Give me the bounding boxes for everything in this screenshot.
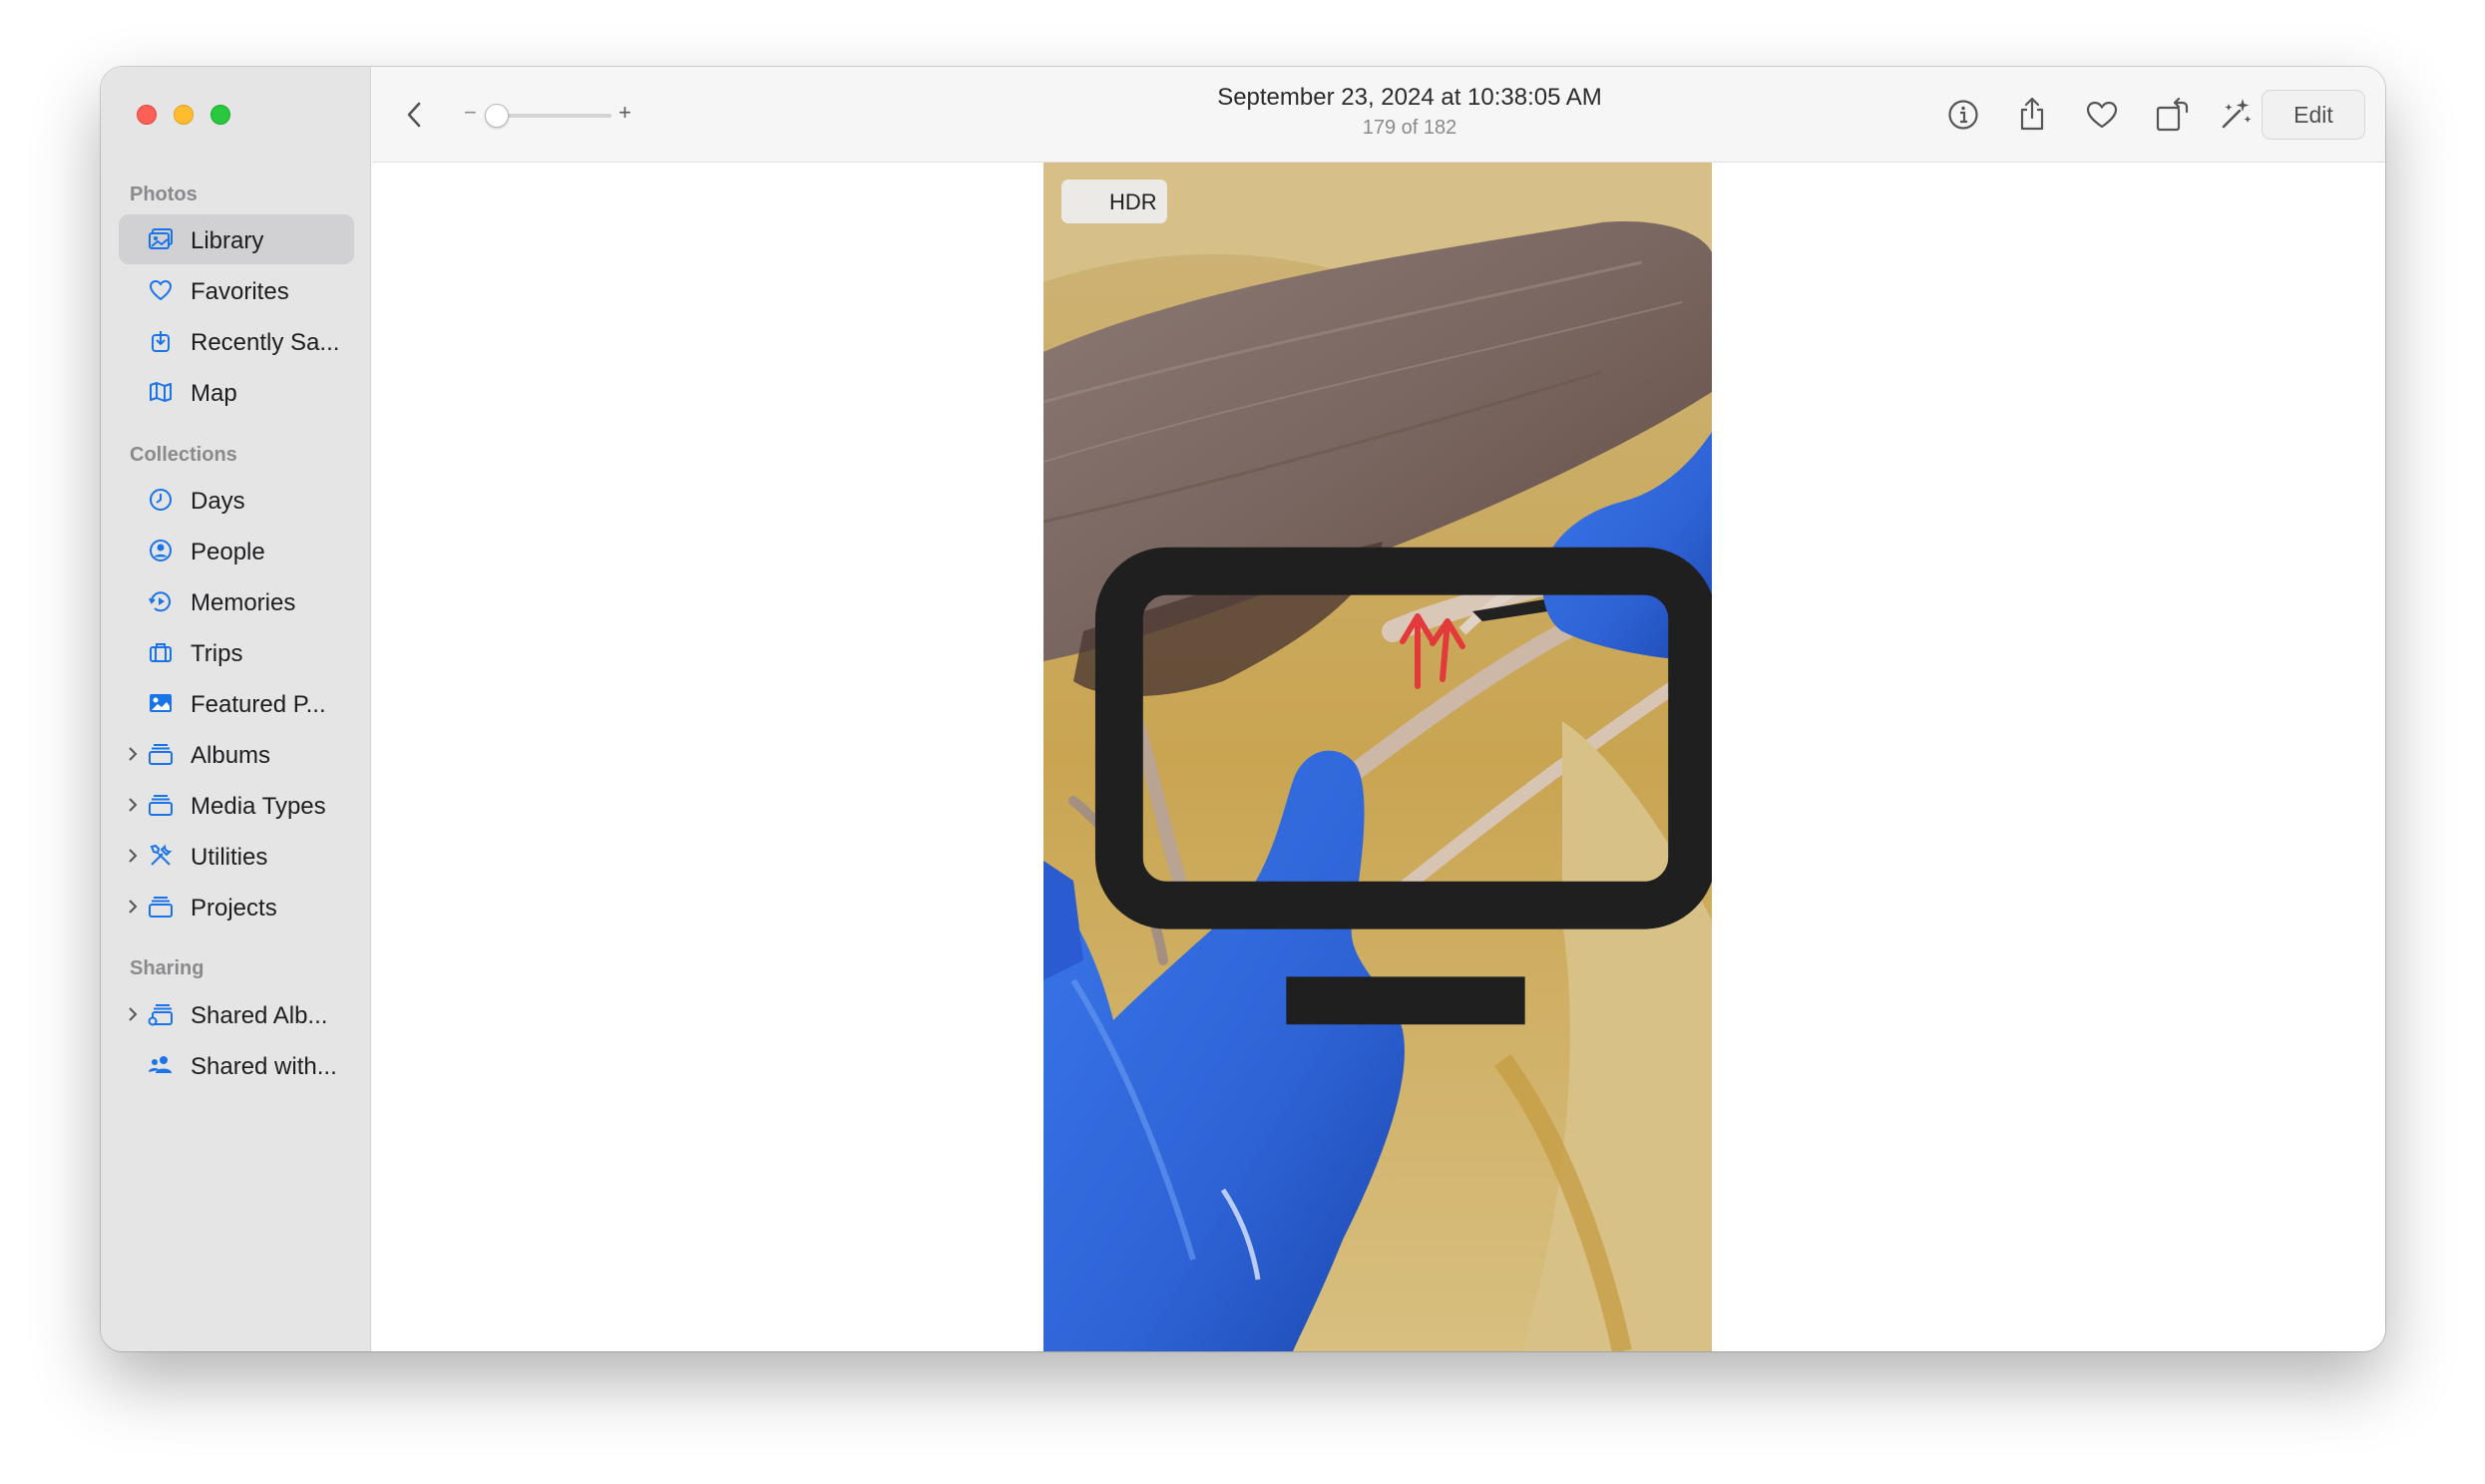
disclosure-chevron-icon[interactable] (127, 846, 139, 866)
folder-stack-icon (147, 792, 175, 818)
sidebar-item-label: Library (191, 227, 264, 254)
map-icon (147, 379, 175, 405)
sidebar-item-favorites[interactable]: Favorites (119, 265, 354, 315)
close-window-button[interactable] (137, 105, 157, 125)
sidebar-item-label: Memories (191, 589, 296, 616)
sidebar-item-label: Utilities (191, 844, 268, 871)
photo-position-counter: 179 of 182 (1362, 117, 1457, 139)
section-header-collections: Collections (130, 444, 237, 466)
person-circle-icon (147, 538, 175, 563)
photo-date-title: September 23, 2024 at 10:38:05 AM (1217, 84, 1602, 111)
clock-icon (147, 487, 175, 513)
rotate-icon[interactable] (2154, 94, 2192, 134)
sidebar-item-days[interactable]: Days (119, 475, 354, 525)
photo-viewer: HDR (372, 163, 2385, 1351)
sidebar-item-utilities[interactable]: Utilities (119, 831, 354, 881)
library-icon (147, 226, 175, 252)
sidebar-item-trips[interactable]: Trips (119, 627, 354, 677)
tools-icon (147, 843, 175, 869)
heart-icon[interactable] (2084, 97, 2120, 133)
recently-saved-icon (147, 328, 175, 354)
sidebar: Photos Library Favorites Recently Sa... … (101, 67, 371, 1351)
hdr-badge[interactable]: HDR (1061, 180, 1712, 1025)
disclosure-chevron-icon[interactable] (127, 795, 139, 815)
minimize-window-button[interactable] (174, 105, 194, 125)
disclosure-chevron-icon[interactable] (127, 897, 139, 917)
disclosure-chevron-icon[interactable] (127, 744, 139, 764)
sidebar-item-featured-photos[interactable]: Featured P... (119, 678, 354, 728)
people-icon (147, 1052, 175, 1078)
sidebar-item-albums[interactable]: Albums (119, 729, 354, 779)
zoom-slider-knob[interactable] (485, 104, 509, 128)
photos-window: Photos Library Favorites Recently Sa... … (101, 67, 2385, 1351)
sidebar-item-label: Albums (191, 742, 271, 769)
sidebar-item-people[interactable]: People (119, 526, 354, 575)
share-icon[interactable] (2014, 95, 2050, 133)
sidebar-item-media-types[interactable]: Media Types (119, 780, 354, 830)
sidebar-item-label: Favorites (191, 278, 289, 305)
photo-image[interactable]: HDR (1043, 163, 1712, 1351)
zoom-out-label[interactable]: − (464, 100, 477, 126)
photo-icon (147, 690, 175, 716)
sidebar-item-label: Media Types (191, 793, 326, 820)
memories-icon (147, 588, 175, 614)
sidebar-item-label: Days (191, 488, 245, 515)
sidebar-item-label: Shared Alb... (191, 1002, 328, 1029)
sidebar-item-label: Featured P... (191, 691, 326, 718)
shared-album-icon (147, 1001, 175, 1027)
zoom-window-button[interactable] (210, 105, 230, 125)
toolbar: − + September 23, 2024 at 10:38:05 AM 17… (372, 67, 2385, 163)
window-controls (137, 105, 230, 125)
sidebar-item-label: Projects (191, 895, 277, 922)
sidebar-item-label: Recently Sa... (191, 329, 340, 356)
magic-wand-icon[interactable] (2218, 95, 2256, 133)
sidebar-item-map[interactable]: Map (119, 367, 354, 417)
folder-stack-icon (147, 894, 175, 920)
photo-title-block: September 23, 2024 at 10:38:05 AM 179 of… (1060, 83, 1759, 141)
suitcase-icon (147, 639, 175, 665)
back-chevron-icon[interactable] (402, 99, 426, 131)
sidebar-item-library[interactable]: Library (119, 214, 354, 264)
info-icon[interactable] (1945, 97, 1981, 133)
sidebar-item-projects[interactable]: Projects (119, 882, 354, 931)
sidebar-item-label: Shared with... (191, 1053, 337, 1080)
sidebar-item-shared-albums[interactable]: Shared Alb... (119, 989, 354, 1039)
sidebar-item-recently-saved[interactable]: Recently Sa... (119, 316, 354, 366)
disclosure-chevron-icon[interactable] (127, 1004, 139, 1024)
section-header-photos: Photos (130, 184, 198, 205)
sidebar-item-memories[interactable]: Memories (119, 576, 354, 626)
sidebar-item-shared-with-you[interactable]: Shared with... (119, 1040, 354, 1090)
hdr-label: HDR (1109, 189, 1157, 214)
zoom-in-label[interactable]: + (619, 100, 631, 126)
section-header-sharing: Sharing (130, 957, 205, 979)
folder-stack-icon (147, 741, 175, 767)
edit-button[interactable]: Edit (2262, 90, 2365, 140)
sidebar-item-label: Map (191, 380, 237, 407)
sidebar-item-label: People (191, 539, 265, 565)
sidebar-item-label: Trips (191, 640, 243, 667)
display-icon (1071, 191, 1712, 1025)
heart-icon (147, 277, 175, 303)
